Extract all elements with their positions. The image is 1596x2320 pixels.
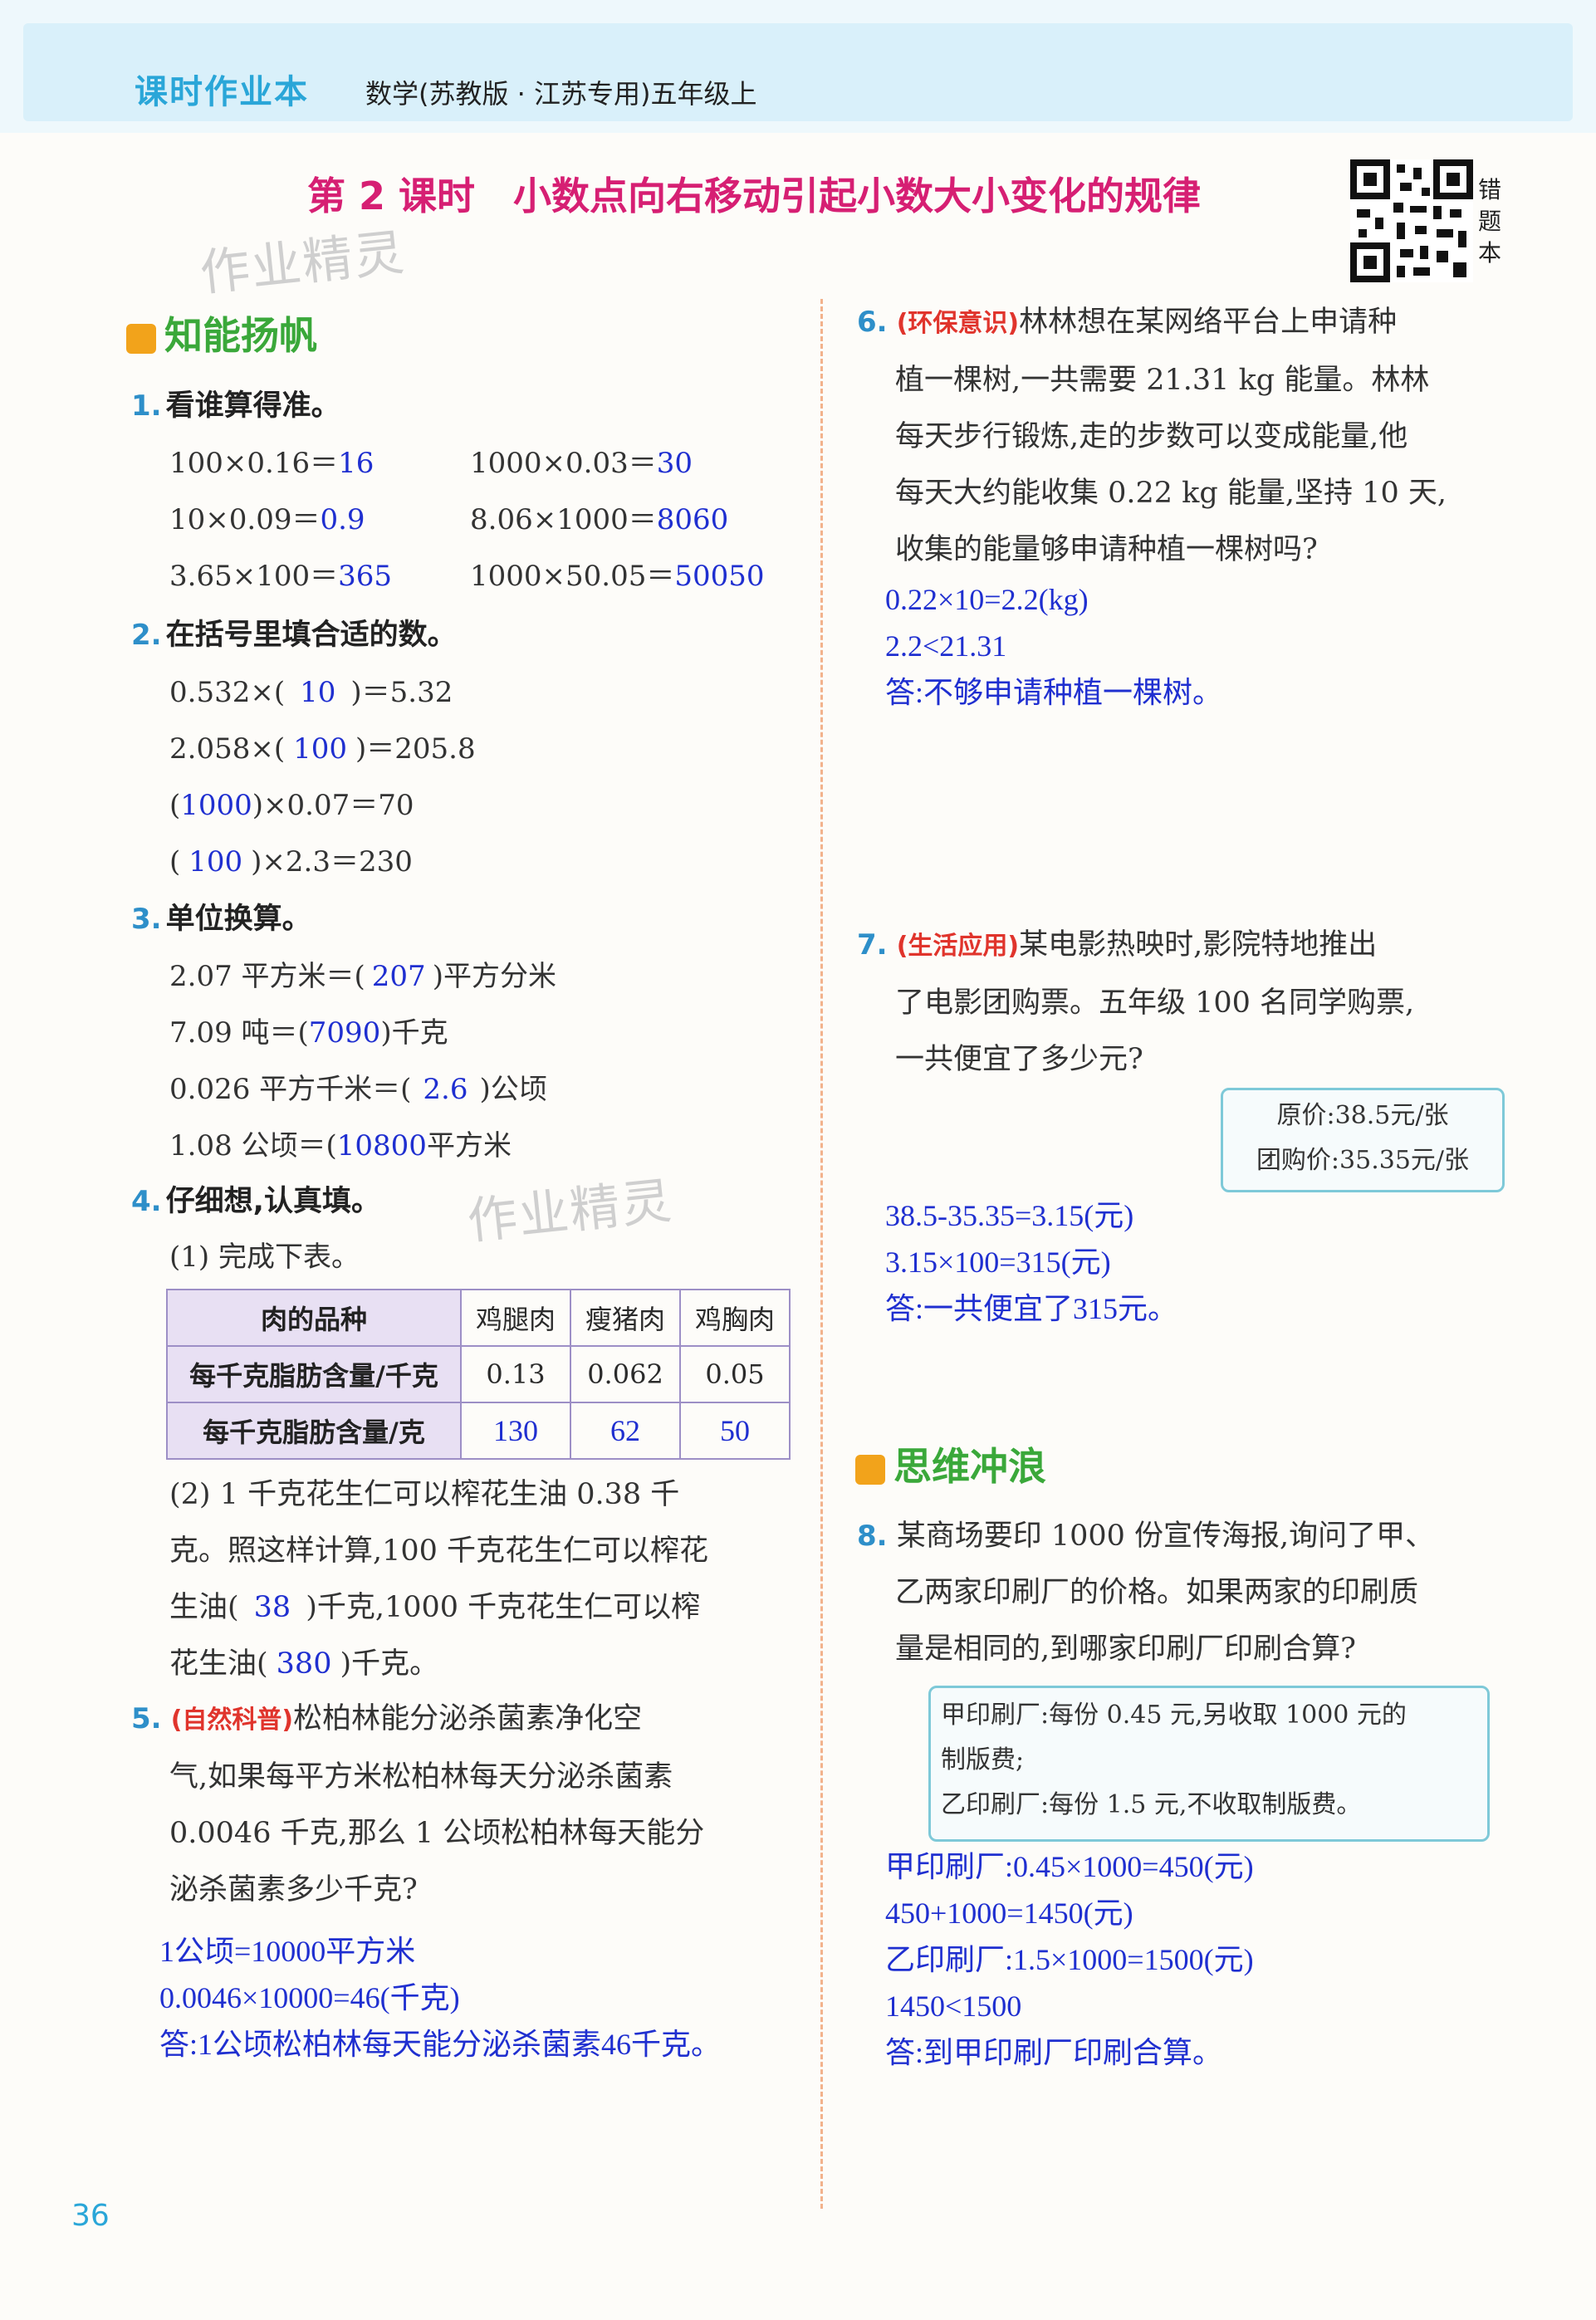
question-4-title: 4. 仔细想,认真填。 [131, 1185, 380, 1218]
question-1-title: 1. 看谁算得准。 [131, 382, 340, 424]
table-header: 鸡腿肉 [460, 1289, 571, 1347]
watermark: 作业精灵 [197, 223, 409, 303]
question-7: 7. (生活应用)某电影热映时,影院特地推出 了电影团购票。五年级 100 名同… [857, 928, 1415, 1076]
table-cell: 0.062 [570, 1345, 681, 1403]
fill-line: 2.07 平方米＝(207)平方分米 [169, 960, 556, 993]
question-3-title: 3. 单位换算。 [131, 903, 311, 936]
answer: 365 [338, 560, 392, 593]
row-label: 每千克脂肪含量/千克 [166, 1345, 462, 1403]
calc-item: 1000×50.05＝50050 [470, 560, 765, 593]
calc-item: 1000×0.03＝30 [470, 447, 693, 480]
table-cell: 0.05 [679, 1345, 791, 1403]
topic-tag: (自然科普) [170, 1706, 294, 1735]
table-header: 瘦猪肉 [570, 1289, 681, 1347]
table-header: 肉的品种 [166, 1289, 462, 1347]
watermark: 作业精灵 [464, 1172, 676, 1251]
table-header: 鸡胸肉 [679, 1289, 791, 1347]
calc-item: 100×0.16＝16 [169, 447, 375, 480]
table-cell-answer: 130 [460, 1402, 571, 1460]
table-cell: 0.13 [460, 1345, 571, 1403]
topic-tag: (环保意识) [896, 309, 1020, 338]
answer: 30 [656, 447, 693, 480]
column-divider [820, 299, 823, 2209]
question-number: 1. [131, 389, 162, 423]
row-label: 每千克脂肪含量/克 [166, 1402, 462, 1460]
page-number: 36 [71, 2199, 110, 2233]
question-text: 看谁算得准。 [165, 389, 340, 423]
price-box: 原价:38.5元/张 团购价:35.35元/张 [1221, 1088, 1505, 1192]
lesson-title: 第 2 课时 小数点向右移动引起小数大小变化的规律 [307, 174, 1202, 218]
answer: 50050 [674, 560, 765, 593]
answer: 0.9 [320, 503, 365, 536]
section-label: 思维冲浪 [893, 1444, 1046, 1489]
calc-item: 8.06×1000＝8060 [470, 503, 729, 536]
fill-line: 7.09 吨＝(7090)千克 [169, 1016, 448, 1050]
printing-price-box: 甲印刷厂:每份 0.45 元,另收取 1000 元的 制版费; 乙印刷厂:每份 … [928, 1686, 1490, 1842]
wave-icon [855, 1454, 885, 1485]
answer-5: 1公顷=10000平方米 0.0046×10000=46(千克) 答:1公顷松柏… [159, 1935, 722, 2061]
answer-8: 甲印刷厂:0.45×1000=450(元) 450+1000=1450(元) 乙… [885, 1850, 1254, 2069]
question-8: 8. 某商场要印 1000 份宣传海报,询问了甲、 乙两家印刷厂的价格。如果两家… [857, 1520, 1435, 1666]
brand-title: 课时作业本 [135, 73, 309, 111]
qr-code-icon[interactable] [1350, 159, 1473, 282]
section-title-thinking: 思维冲浪 [855, 1437, 1046, 1491]
fill-line: (1000)×0.07＝70 [169, 789, 414, 822]
table-cell-answer: 62 [570, 1402, 681, 1460]
calc-item: 3.65×100＝365 [169, 560, 392, 593]
book-title: 数学(苏教版 · 江苏专用)五年级上 [365, 78, 757, 110]
section-label: 知能扬帆 [164, 313, 317, 358]
calc-item: 10×0.09＝0.9 [169, 503, 365, 536]
table-cell-answer: 50 [679, 1402, 791, 1460]
answer: 16 [338, 447, 375, 480]
wrong-question-book-label: 错题本 [1478, 176, 1502, 267]
section-title-knowledge: 知能扬帆 [126, 306, 317, 360]
fill-line: 2.058×(100)＝205.8 [169, 732, 476, 766]
question-6: 6. (环保意识)林林想在某网络平台上申请种 植一棵树,一共需要 21.31 k… [857, 306, 1447, 566]
sail-icon [126, 323, 156, 354]
fill-line: 0.026 平方千米＝(2.6)公顷 [169, 1073, 547, 1106]
fat-content-table: 肉的品种 鸡腿肉 瘦猪肉 鸡胸肉 每千克脂肪含量/千克 0.13 0.062 0… [166, 1289, 791, 1460]
fill-line: 1.08 公顷＝(10800平方米 [169, 1129, 512, 1162]
topic-tag: (生活应用) [896, 932, 1020, 961]
answer-6: 0.22×10=2.2(kg) 2.2<21.31 答:不够申请种植一棵树。 [885, 583, 1223, 709]
question-5: 5. (自然科普)松柏林能分泌杀菌素净化空 气,如果每平方米松柏林每天分泌杀菌素… [131, 1702, 705, 1906]
sub-question-2: (2) 1 千克花生仁可以榨花生油 0.38 千 克。照这样计算,100 千克花… [169, 1478, 709, 1681]
answer-7: 38.5-35.35=3.15(元) 3.15×100=315(元) 答:一共便… [885, 1199, 1178, 1325]
sub-question: (1) 完成下表。 [169, 1241, 360, 1274]
answer: 8060 [656, 503, 729, 536]
question-2-title: 2. 在括号里填合适的数。 [131, 619, 457, 652]
fill-line: 0.532×(10)＝5.32 [169, 676, 453, 709]
fill-line: (100)×2.3＝230 [169, 845, 413, 879]
